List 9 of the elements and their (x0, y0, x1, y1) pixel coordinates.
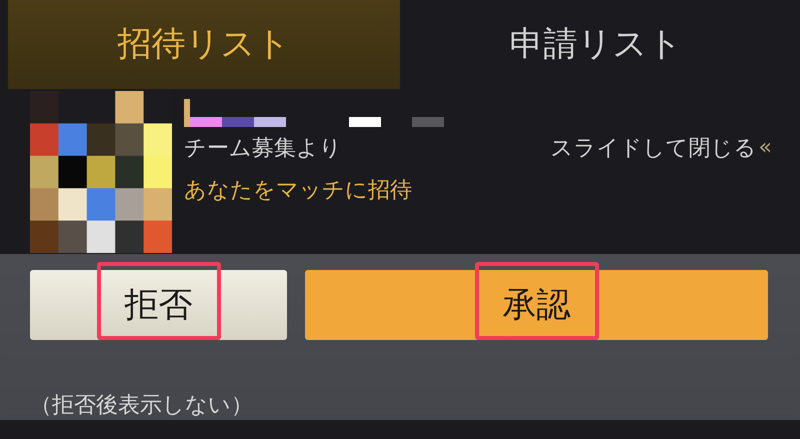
invite-message: あなたをマッチに招待 (184, 176, 412, 205)
slide-to-close-hint: スライドして閉じる (550, 134, 757, 163)
decline-button[interactable]: 拒否 (30, 270, 288, 340)
tab[interactable]: 招待リスト (8, 0, 400, 89)
invite-source-text: チーム募集より (184, 134, 342, 163)
tab[interactable]: 申請リスト (400, 0, 792, 89)
note-text: （拒否後表示しない） (30, 392, 254, 420)
double-chevron-icon: « (758, 135, 772, 160)
accept-button[interactable]: 承認 (305, 270, 768, 340)
